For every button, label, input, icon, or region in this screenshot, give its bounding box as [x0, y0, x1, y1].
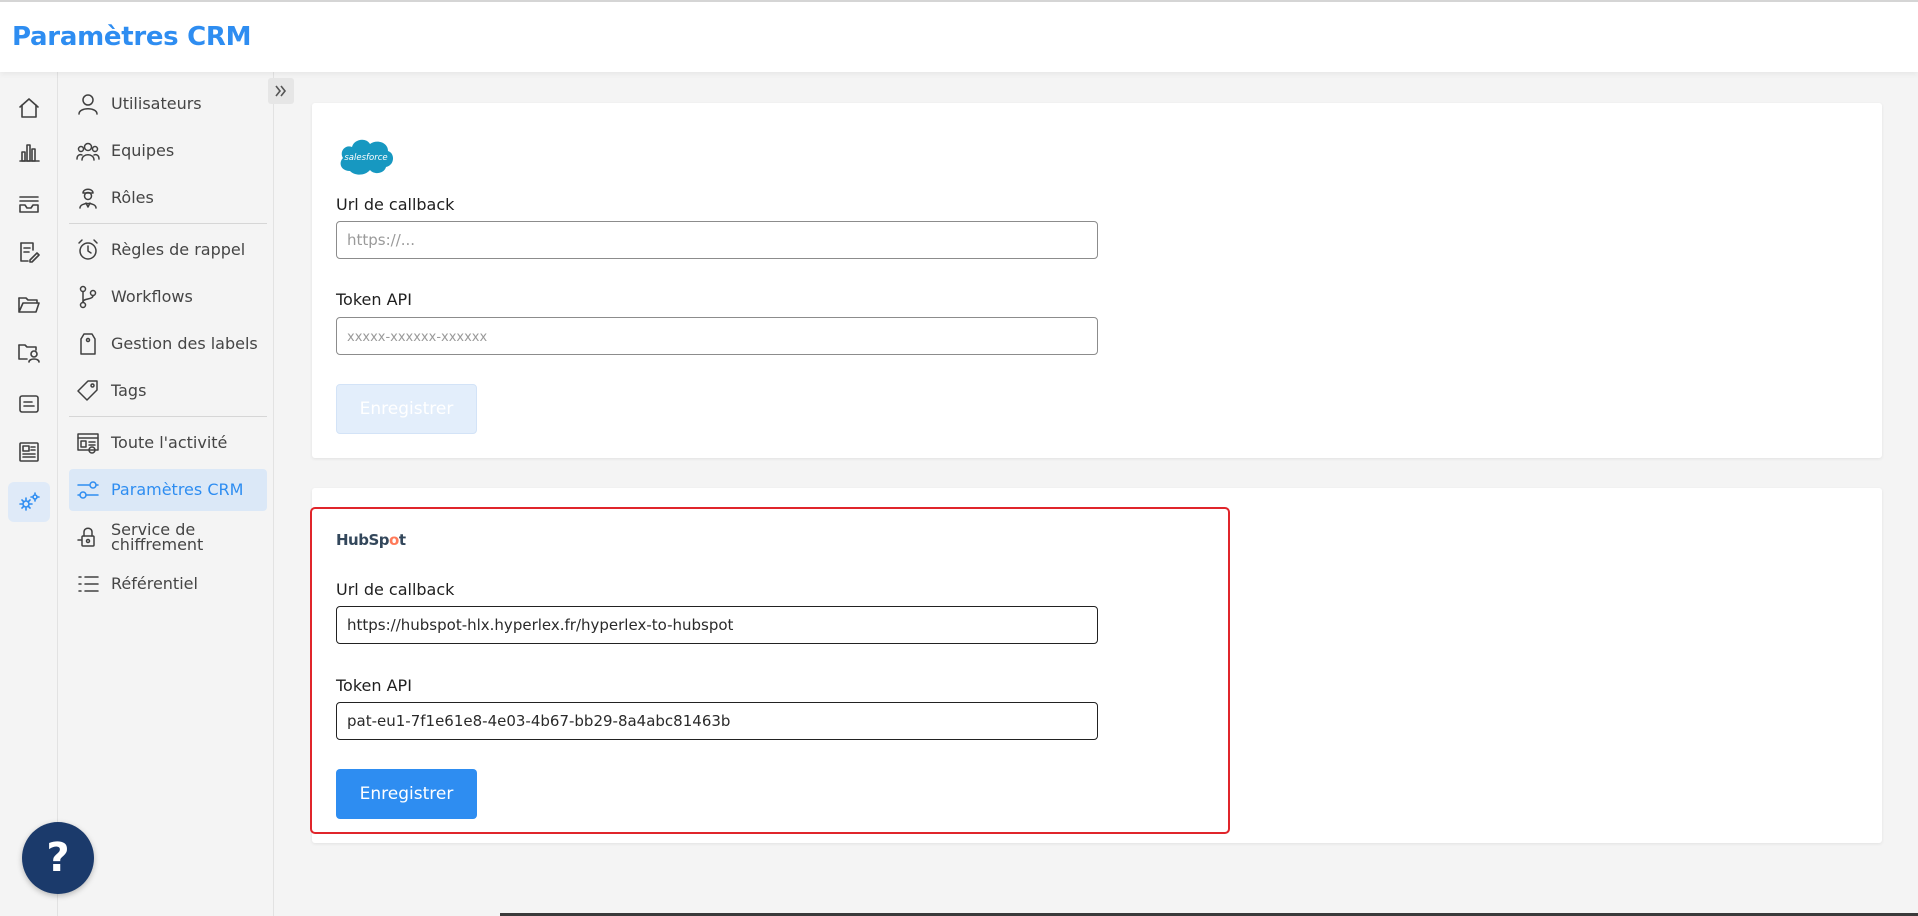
- menu-item-tags[interactable]: Tags: [69, 370, 267, 412]
- menu-item-label: Gestion des labels: [111, 334, 258, 353]
- activity-icon: [75, 430, 101, 456]
- alarm-clock-icon: [75, 237, 101, 263]
- hubspot-save-button[interactable]: Enregistrer: [336, 769, 477, 819]
- salesforce-token-input[interactable]: [336, 317, 1098, 355]
- menu-item-label: Equipes: [111, 141, 175, 160]
- newspaper-icon[interactable]: [8, 432, 50, 472]
- folder-user-icon[interactable]: [8, 332, 50, 372]
- menu-divider: [69, 416, 267, 417]
- salesforce-token-label: Token API: [336, 290, 412, 309]
- salesforce-callback-input[interactable]: [336, 221, 1098, 259]
- menu-item-label: Toute l'activité: [111, 433, 228, 452]
- folder-icon[interactable]: [8, 284, 50, 324]
- salesforce-save-button[interactable]: Enregistrer: [336, 384, 477, 434]
- settings-menu: Utilisateurs Equipes Rôles Règles de rap…: [58, 72, 274, 916]
- document-edit-icon[interactable]: [8, 232, 50, 272]
- menu-item-label: Service de chiffrement: [111, 520, 204, 554]
- menu-item-reminder-rules[interactable]: Règles de rappel: [69, 229, 267, 271]
- workflow-icon: [75, 284, 101, 310]
- tag-icon: [75, 378, 101, 404]
- menu-item-encryption-service[interactable]: Service de chiffrement: [69, 516, 267, 558]
- menu-item-crm-settings[interactable]: Paramètres CRM: [69, 469, 267, 511]
- page-title: Paramètres CRM: [12, 22, 252, 52]
- menu-item-roles[interactable]: Rôles: [69, 177, 267, 219]
- salesforce-card: salesforce Url de callback Token API Enr…: [312, 103, 1882, 458]
- menu-item-label: Tags: [111, 381, 147, 400]
- collapse-menu-button[interactable]: [268, 78, 294, 104]
- salesforce-callback-label: Url de callback: [336, 195, 455, 214]
- menu-item-workflows[interactable]: Workflows: [69, 276, 267, 318]
- lock-icon: [75, 524, 101, 550]
- list-icon: [75, 571, 101, 597]
- user-icon: [75, 91, 101, 117]
- svg-text:salesforce: salesforce: [344, 153, 387, 163]
- settings-gears-icon[interactable]: [8, 482, 50, 522]
- role-icon: [75, 185, 101, 211]
- menu-item-label: Référentiel: [111, 574, 198, 593]
- menu-item-label: Workflows: [111, 287, 193, 306]
- menu-divider: [69, 223, 267, 224]
- menu-item-label: Paramètres CRM: [111, 480, 244, 499]
- hubspot-card: HubSpot Url de callback Token API Enregi…: [312, 488, 1882, 843]
- home-icon[interactable]: [8, 88, 50, 128]
- help-button[interactable]: ?: [22, 822, 94, 894]
- menu-item-label-management[interactable]: Gestion des labels: [69, 323, 267, 365]
- menu-item-users[interactable]: Utilisateurs: [69, 83, 267, 125]
- hubspot-logo: HubSpot: [336, 531, 406, 549]
- menu-item-label: Rôles: [111, 188, 154, 207]
- hubspot-callback-label: Url de callback: [336, 580, 455, 599]
- list-card-icon[interactable]: [8, 384, 50, 424]
- team-icon: [75, 138, 101, 164]
- double-chevron-right-icon: [275, 85, 287, 97]
- menu-item-teams[interactable]: Equipes: [69, 130, 267, 172]
- menu-item-all-activity[interactable]: Toute l'activité: [69, 422, 267, 464]
- hubspot-callback-input[interactable]: [336, 606, 1098, 644]
- bar-chart-icon[interactable]: [8, 132, 50, 172]
- icon-sidebar: [0, 72, 58, 916]
- label-tag-icon: [75, 331, 101, 357]
- hubspot-token-label: Token API: [336, 676, 412, 695]
- menu-item-label: Règles de rappel: [111, 240, 246, 259]
- app-header: Paramètres CRM: [0, 0, 1918, 72]
- hubspot-token-input[interactable]: [336, 702, 1098, 740]
- menu-item-label: Utilisateurs: [111, 94, 202, 113]
- sliders-icon: [75, 477, 101, 503]
- menu-item-referential[interactable]: Référentiel: [69, 563, 267, 605]
- salesforce-logo: salesforce: [336, 135, 396, 177]
- inbox-icon[interactable]: [8, 184, 50, 224]
